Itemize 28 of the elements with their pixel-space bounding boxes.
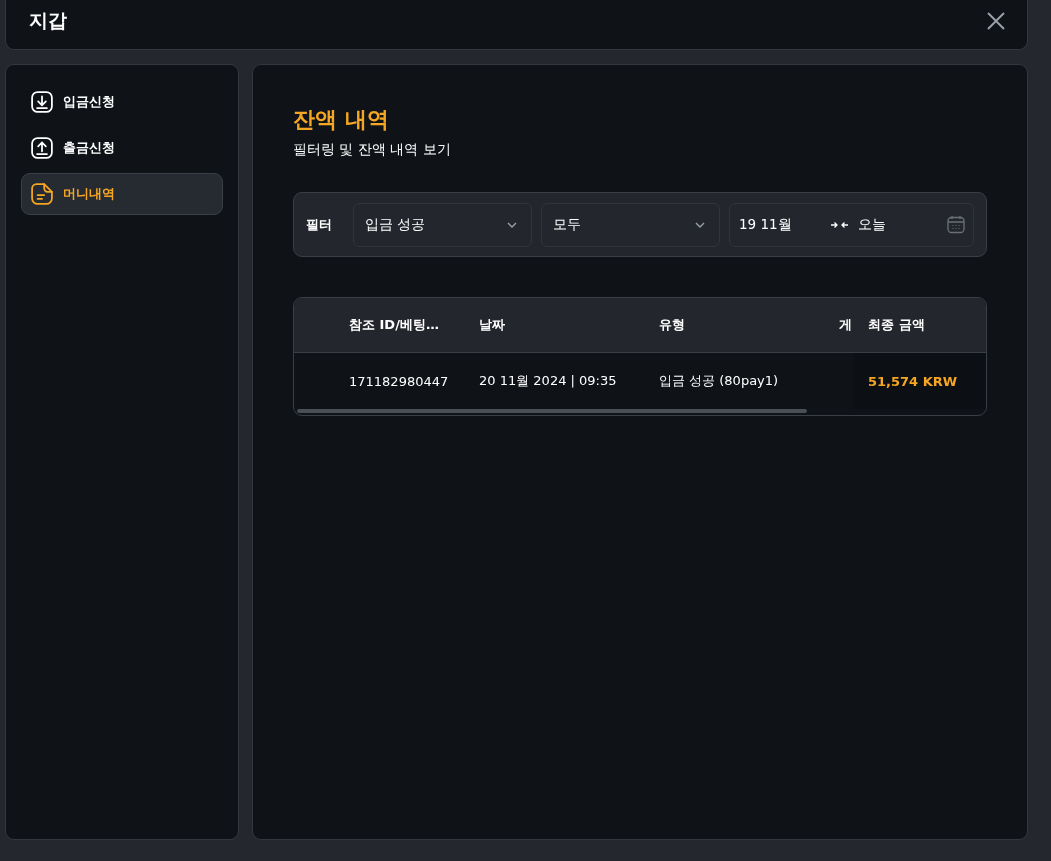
download-icon xyxy=(31,91,53,113)
date-range-field[interactable]: 19 11월 오늘 xyxy=(729,202,974,247)
filter-label: 필터 xyxy=(306,215,333,234)
page-subtitle: 필터링 및 잔액 내역 보기 xyxy=(293,141,452,159)
table-cell-text: 171182980447 xyxy=(348,373,450,389)
table-cell: 51,574 KRW xyxy=(854,353,986,409)
close-button[interactable] xyxy=(987,11,1005,30)
page-title: 잔액 내역 xyxy=(293,106,390,134)
chevron-down-icon xyxy=(507,221,517,228)
column-header: 날짜 xyxy=(479,316,506,334)
sidebar-item[interactable]: 입금신청 xyxy=(21,81,223,123)
calendar-icon xyxy=(947,215,965,234)
upload-icon xyxy=(31,137,53,159)
window-title: 지갑 xyxy=(29,7,67,33)
document-icon xyxy=(31,183,53,205)
dropdown[interactable]: 입금 성공 xyxy=(353,202,532,247)
column-header: 유형 xyxy=(659,316,686,334)
arrows-inward-icon xyxy=(831,220,848,229)
dropdown[interactable]: 모두 xyxy=(541,202,720,247)
sidebar-item[interactable]: 머니내역 xyxy=(21,173,223,215)
chevron-down-icon xyxy=(695,221,705,228)
column-header: 참조 ID/베팅… xyxy=(348,316,440,334)
sidebar-item[interactable]: 출금신청 xyxy=(21,127,223,169)
table-cell-text: 입금 성공 (80pay1) xyxy=(659,372,780,390)
column-header: 게 xyxy=(839,316,853,334)
column-header: 최종 금액 xyxy=(867,316,926,334)
scrollbar[interactable] xyxy=(297,409,807,413)
table-cell-text: 20 11월 2024 | 09:35 xyxy=(479,372,618,390)
